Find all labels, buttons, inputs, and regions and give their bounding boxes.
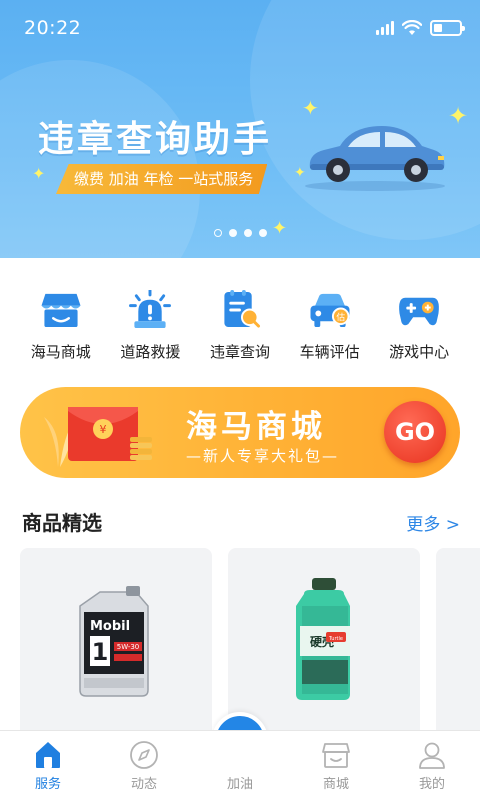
wifi-icon <box>402 20 422 35</box>
product-card[interactable]: Mobil 1 5W-30 <box>20 548 212 738</box>
ticket-search-icon <box>224 290 260 328</box>
user-icon <box>419 742 445 769</box>
tab-label: 动态 <box>130 777 157 792</box>
sparkle-icon: ✦ <box>448 102 469 130</box>
tab-mine[interactable]: 我的 <box>384 731 480 800</box>
alarm-light-icon <box>129 290 172 329</box>
product-number: 1 <box>92 638 109 666</box>
quick-item-store[interactable]: 海马商城 <box>16 282 106 362</box>
quick-label: 游戏中心 <box>389 343 450 361</box>
banner-subtitle: 缴费 加油 年检 一站式服务 <box>56 164 268 194</box>
sparkle-icon: ✦ <box>272 218 288 239</box>
go-button[interactable]: GO <box>384 401 446 463</box>
status-time: 20:22 <box>24 17 82 39</box>
quick-item-road-rescue[interactable]: 道路救援 <box>106 282 196 362</box>
quick-label: 违章查询 <box>209 343 270 361</box>
tab-label: 加油 <box>226 777 253 792</box>
quick-menu: 海马商城 道路救援 违章查询 估 车辆评估 游戏中心 <box>0 282 480 362</box>
car-illustration <box>305 126 445 191</box>
carousel-dot[interactable] <box>259 229 267 237</box>
gamepad-icon <box>399 297 440 326</box>
app-screen: 20:22 违章查询助手 缴费 加油 年检 一站式服务 ✦ ✦ ✦ ✦ ✦ 海马… <box>0 0 480 800</box>
product-card[interactable] <box>436 548 480 738</box>
hero-banner[interactable]: 20:22 违章查询助手 缴费 加油 年检 一站式服务 ✦ ✦ ✦ ✦ ✦ <box>0 0 480 258</box>
shop-icon <box>322 743 350 768</box>
tab-service[interactable]: 服务 <box>0 731 96 800</box>
product-badge: Turtle <box>328 636 343 642</box>
envelope-yuan: ¥ <box>100 423 107 436</box>
quick-label: 车辆评估 <box>299 343 360 361</box>
section-title: 商品精选 <box>22 511 102 535</box>
washer-fluid-image: 硬壳 Turtle <box>296 578 350 700</box>
promo-title: 海马商城 <box>186 409 326 445</box>
promo-subtitle: —新人专享大礼包— <box>186 447 340 465</box>
tab-feed[interactable]: 动态 <box>96 731 192 800</box>
motor-oil-image: Mobil 1 5W-30 <box>79 586 149 697</box>
product-spec: 5W-30 <box>117 643 140 651</box>
signal-icon <box>376 21 394 35</box>
sparkle-icon: ✦ <box>302 96 319 120</box>
product-card[interactable]: 硬壳 Turtle <box>228 548 420 738</box>
more-link[interactable]: 更多 > <box>406 510 460 535</box>
compass-icon <box>130 741 158 769</box>
carousel-dot[interactable] <box>214 229 222 237</box>
promo-banner[interactable]: ¥ 海马商城 —新人专享大礼包— GO <box>20 387 460 478</box>
svg-text:估: 估 <box>336 311 345 323</box>
status-bar: 20:22 <box>0 0 480 56</box>
product-brand: Mobil <box>90 619 130 634</box>
sparkle-icon: ✦ <box>32 164 46 183</box>
car-valuation-icon: 估 <box>310 293 350 328</box>
tab-label: 服务 <box>34 777 61 792</box>
store-icon <box>41 293 81 328</box>
quick-label: 海马商城 <box>30 343 91 361</box>
quick-item-car-valuation[interactable]: 估 车辆评估 <box>285 282 375 362</box>
tab-fuel[interactable]: 加油 <box>192 731 288 800</box>
quick-item-game-center[interactable]: 游戏中心 <box>374 282 464 362</box>
quick-item-violation-query[interactable]: 违章查询 <box>195 282 285 362</box>
tab-bar: 服务 动态 加油 商城 我的 <box>0 730 480 800</box>
battery-icon <box>430 20 465 36</box>
tab-label: 商城 <box>322 777 349 792</box>
carousel-dot[interactable] <box>229 229 237 237</box>
home-icon <box>36 742 60 768</box>
tab-mall[interactable]: 商城 <box>288 731 384 800</box>
status-icons <box>376 18 465 38</box>
carousel-dots[interactable] <box>214 229 267 237</box>
quick-label: 道路救援 <box>120 343 181 361</box>
product-list: Mobil 1 5W-30 硬壳 Turtle <box>20 548 480 738</box>
banner-title: 违章查询助手 <box>38 119 273 160</box>
tab-label: 我的 <box>418 777 445 792</box>
carousel-dot[interactable] <box>244 229 252 237</box>
red-envelope-icon: ¥ <box>68 407 152 461</box>
